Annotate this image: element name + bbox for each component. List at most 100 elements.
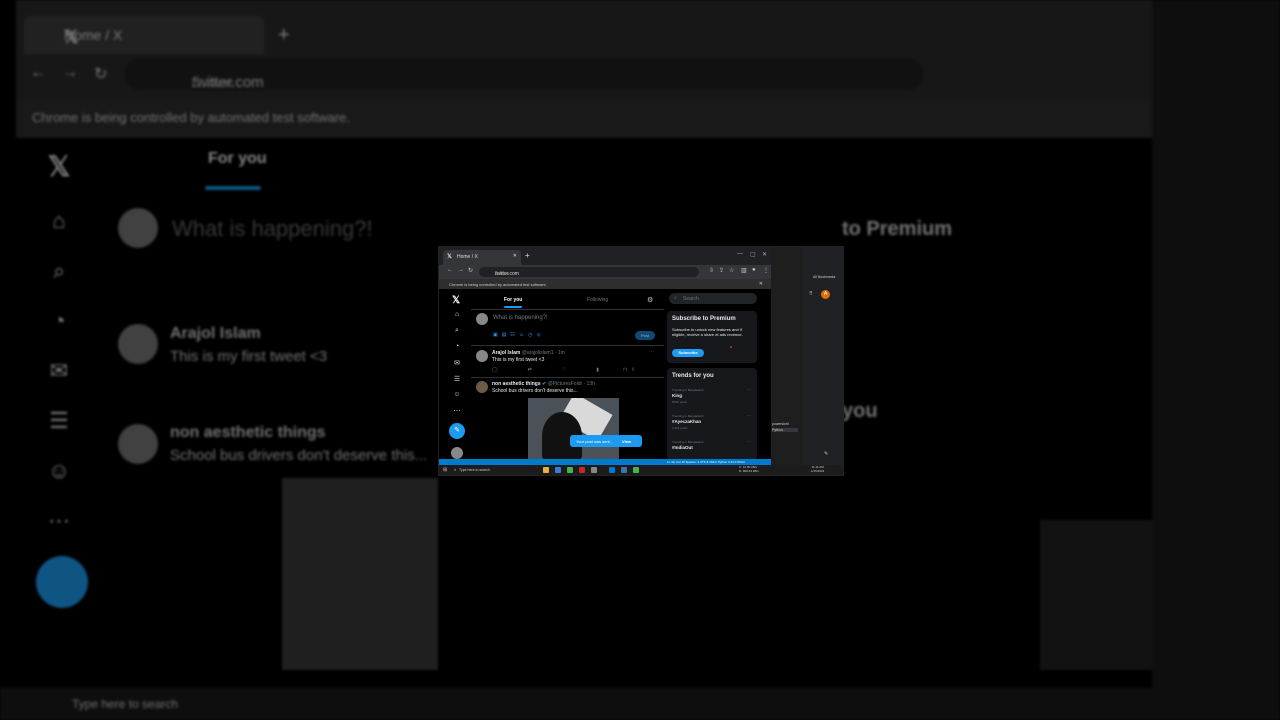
forward-icon[interactable]: →	[458, 267, 464, 273]
x-logo-icon[interactable]: 𝕏	[452, 295, 460, 306]
reply-icon[interactable]: ◯	[492, 367, 498, 373]
search-field-icon: ⌕	[674, 295, 677, 301]
share-icon[interactable]: ⇧	[631, 367, 635, 373]
tab-for-you[interactable]: For you	[504, 297, 522, 303]
terminal-powershell[interactable]: powershell	[772, 422, 789, 426]
search-input[interactable]: ⌕ Search	[669, 293, 757, 304]
vscode-icon[interactable]	[609, 467, 615, 473]
tweet-actions: ◯ ⇄ ♡ ▮ ⊓ ⇧	[492, 367, 635, 373]
location-icon[interactable]: ◉	[536, 332, 544, 338]
menu-dots-icon[interactable]: ⋮	[763, 267, 769, 274]
bookmark-star-icon[interactable]: ☆	[729, 267, 734, 274]
back-icon[interactable]: ←	[447, 267, 453, 273]
search-icon[interactable]: ⌕	[449, 327, 465, 335]
bg-compose-button	[36, 556, 88, 608]
apps-grid-icon[interactable]: ⠿	[809, 291, 813, 297]
tab-close-icon[interactable]: ✕	[513, 253, 517, 259]
bg-tab-title: Home / X	[64, 27, 123, 43]
profile-icon[interactable]: ●	[752, 267, 756, 273]
bg-for-you-tab: For you	[208, 150, 267, 167]
poll-icon[interactable]: ☷	[510, 332, 518, 338]
infobar-close-icon[interactable]: ✕	[759, 281, 763, 287]
share-page-icon[interactable]: ⇪	[719, 267, 724, 274]
chrome-active-icon[interactable]	[633, 467, 639, 473]
windows-start-icon[interactable]: ⊞	[443, 467, 447, 473]
browser-tab[interactable]: 𝕏 Home / X ✕	[443, 250, 521, 265]
reload-icon[interactable]: ↻	[468, 267, 473, 274]
file-explorer-icon[interactable]	[543, 467, 549, 473]
bg-terminal-panel	[1040, 520, 1152, 670]
toast-message: Your post was sent.	[576, 439, 611, 444]
pen-icon[interactable]: ✎	[824, 451, 828, 457]
edge-icon[interactable]	[555, 467, 561, 473]
account-avatar[interactable]	[451, 447, 463, 459]
home-icon[interactable]: ⌂	[449, 311, 465, 318]
tweet-author[interactable]: non aesthetic things ✔ @PicturesFoldr · …	[492, 381, 595, 387]
tweet-more-icon[interactable]: ⋯	[649, 349, 654, 355]
address-bar[interactable]: twitter.com/home	[479, 267, 699, 277]
net-down-label: D:	[739, 468, 742, 473]
taskbar-search[interactable]: Type here to search	[459, 468, 490, 472]
new-tab-icon[interactable]: +	[525, 251, 530, 260]
tweet-author-name: non aesthetic things	[492, 381, 541, 387]
trend-more-icon[interactable]: ⋯	[747, 387, 751, 392]
like-icon[interactable]: ♡	[562, 367, 566, 373]
subscribe-button[interactable]: Subscribe	[672, 349, 704, 357]
cursor-dot	[730, 346, 732, 348]
tab-title: Home / X	[457, 254, 478, 260]
bg-back-icon: ←	[30, 64, 46, 81]
python-icon[interactable]	[621, 467, 627, 473]
maximize-icon[interactable]: ▢	[750, 251, 756, 258]
trend-name[interactable]: #IndiaOut	[672, 445, 693, 450]
tweet-avatar[interactable]	[476, 350, 488, 362]
gear-icon[interactable]: ⚙	[647, 296, 653, 304]
clock[interactable]: 11:11 AM 1/15/2024	[811, 465, 825, 473]
mail-icon[interactable]: ✉	[449, 359, 465, 367]
sidepanel-icon[interactable]: ▥	[741, 267, 747, 274]
premium-card: Subscribe to Premium Subscribe to unlock…	[667, 311, 757, 363]
all-bookmarks[interactable]: All Bookmarks	[813, 275, 835, 279]
bell-icon[interactable]: ◔	[449, 343, 465, 350]
tab-following[interactable]: Following	[587, 297, 608, 303]
image-icon[interactable]: ▣	[493, 332, 502, 338]
bg-avatar	[118, 208, 158, 248]
app-icon[interactable]	[579, 467, 585, 473]
verified-icon: ✔	[542, 381, 547, 387]
minimize-icon[interactable]: —	[737, 251, 743, 257]
views-icon[interactable]: ▮	[596, 367, 599, 373]
bg-tweet-text: This is my first tweet <3	[170, 348, 328, 365]
compose-button[interactable]: ✎	[449, 423, 465, 439]
trend-more-icon[interactable]: ⋯	[747, 439, 751, 444]
terminal-python[interactable]: Python	[772, 428, 798, 432]
composer-input[interactable]: What is happening?!	[493, 315, 548, 321]
bg-avatar-2	[118, 324, 158, 364]
network-speed: U: 10.80 kB/s D: 899.63 kB/s	[739, 465, 759, 473]
tweet-author[interactable]: Arajol Islam @arajolislam1 · 1m	[492, 350, 565, 356]
tweet-video[interactable]	[528, 398, 619, 460]
close-window-icon[interactable]: ✕	[762, 251, 767, 258]
toast-view-link[interactable]: View	[622, 439, 631, 444]
app-icon[interactable]	[591, 467, 597, 473]
composer-icons: ▣▤☷☺◷◉	[493, 332, 545, 338]
taskbar-search-icon[interactable]: ⌕	[454, 467, 456, 472]
list-icon[interactable]: ☰	[449, 375, 465, 383]
more-icon[interactable]: ⋯	[449, 407, 465, 415]
trend-name[interactable]: #AyeczaKhan	[672, 419, 701, 424]
emoji-icon[interactable]: ☺	[519, 332, 528, 338]
chrome-icon[interactable]	[567, 467, 573, 473]
bg-tweet-name: Arajol Islam	[170, 325, 261, 342]
trend-name[interactable]: King	[672, 393, 682, 398]
bg-video	[282, 478, 438, 670]
tweet-avatar[interactable]	[476, 381, 488, 393]
retweet-icon[interactable]: ⇄	[528, 367, 532, 373]
trend-more-icon[interactable]: ⋯	[747, 413, 751, 418]
tweet-author-name: Arajol Islam	[492, 350, 521, 356]
clock-date: 1/15/2024	[811, 468, 825, 473]
install-icon[interactable]: ⇩	[709, 267, 714, 274]
profile-avatar[interactable]: A	[821, 290, 830, 299]
tweet-text: School bus drivers don't deserve this...	[492, 388, 578, 394]
person-icon[interactable]: ☺	[449, 391, 465, 398]
bookmark-icon[interactable]: ⊓	[623, 367, 627, 373]
divider	[471, 345, 664, 346]
post-button[interactable]: Post	[635, 331, 655, 340]
